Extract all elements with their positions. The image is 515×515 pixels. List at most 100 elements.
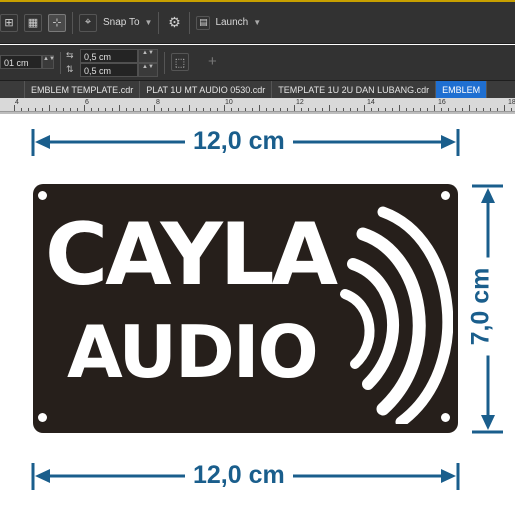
ruler-tick	[168, 108, 169, 111]
ruler-tick	[56, 108, 57, 111]
ruler-tick	[364, 105, 365, 111]
partial-size-field[interactable]: 01 cm	[0, 55, 42, 69]
mounting-hole	[38, 413, 47, 422]
ruler-tick	[133, 108, 134, 111]
ruler-tick	[350, 108, 351, 111]
toolbar-divider	[164, 52, 165, 74]
ruler-tick	[322, 108, 323, 111]
ruler-tick	[119, 105, 120, 111]
horizontal-ruler[interactable]: 4 6 8 10 12 14 16 18	[0, 98, 515, 112]
ruler-tick	[28, 108, 29, 111]
table-icon[interactable]: ▦	[24, 13, 42, 32]
ruler-tick	[35, 108, 36, 111]
ruler-tick	[378, 108, 379, 111]
top-dimension-label[interactable]: 12,0 cm	[185, 129, 293, 154]
ruler-tick	[280, 108, 281, 111]
ruler-tick	[392, 108, 393, 111]
ruler-label: 8	[156, 99, 160, 106]
drawing-canvas[interactable]: 12,0 cm 12,0 cm 7,0 cm CAYLA AUDIO	[0, 114, 515, 515]
ruler-tick	[301, 108, 302, 111]
ruler-tick	[63, 108, 64, 111]
snap-to-label: Snap To	[103, 17, 140, 28]
ruler-tick	[294, 105, 295, 111]
side-dimension-label[interactable]: 7,0 cm	[467, 257, 495, 356]
nudge-y-field[interactable]: 0,5 cm	[80, 63, 138, 77]
ruler-tick	[469, 105, 470, 111]
ruler-label: 14	[367, 99, 375, 106]
ruler-tick	[231, 108, 232, 111]
chevron-down-icon: ▼	[253, 18, 262, 27]
ruler-tick	[448, 108, 449, 111]
ruler-tick	[511, 108, 512, 111]
launch-button[interactable]: ▤ Launch ▼	[196, 15, 262, 30]
tab-template-1u-2u[interactable]: TEMPLATE 1U 2U DAN LUBANG.cdr	[272, 81, 437, 98]
snap-to-button[interactable]: Snap To ▼	[103, 17, 152, 28]
ruler-tick	[210, 108, 211, 111]
ruler-tick	[420, 108, 421, 111]
tab-emblem-template[interactable]: EMBLEM TEMPLATE.cdr	[25, 81, 141, 98]
ruler-tick	[273, 108, 274, 111]
chevron-down-icon: ▼	[144, 18, 153, 27]
nudge-x-spinner[interactable]: ▲▼	[138, 49, 158, 63]
ruler-tick	[462, 108, 463, 111]
tab-emblem-active[interactable]: EMBLEM	[436, 81, 488, 98]
ruler-tick	[455, 108, 456, 111]
tab-plat-1u-mt-audio[interactable]: PLAT 1U MT AUDIO 0530.cdr	[140, 81, 273, 98]
nudge-x-icon: ⇆	[66, 50, 74, 60]
ruler-tick	[217, 108, 218, 111]
ruler-tick	[287, 108, 288, 111]
toolbar-divider	[60, 52, 61, 74]
grid-icon[interactable]: ⊞	[0, 13, 18, 32]
ruler-tick	[476, 108, 477, 111]
ruler-tick	[413, 108, 414, 111]
toolbar-divider	[72, 11, 73, 34]
ruler-tick	[161, 108, 162, 111]
ruler-tick	[112, 108, 113, 111]
nudge-y-spinner[interactable]: ▲▼	[138, 63, 158, 77]
ruler-tick	[77, 108, 78, 111]
emblem-plate[interactable]: CAYLA AUDIO	[33, 184, 458, 433]
ruler-tick	[308, 108, 309, 111]
ruler-tick	[49, 105, 50, 111]
arrow-down-icon	[481, 415, 495, 430]
ruler-tick	[21, 108, 22, 111]
size-spinner[interactable]: ▲▼	[42, 55, 55, 69]
ruler-tick	[427, 108, 428, 111]
ruler-tick	[154, 105, 155, 111]
arrow-right-icon	[441, 469, 456, 483]
ruler-tick	[259, 105, 260, 111]
ruler-tick	[252, 108, 253, 111]
ruler-tick	[371, 108, 372, 111]
guidelines-icon[interactable]: ⊹	[48, 13, 66, 32]
ruler-tick	[399, 105, 400, 111]
snap-to-icon[interactable]: ⌖	[79, 13, 97, 32]
bottom-dimension-label[interactable]: 12,0 cm	[185, 463, 293, 488]
ruler-tick	[343, 108, 344, 111]
ruler-tick	[504, 105, 505, 111]
ruler-tick	[336, 108, 337, 111]
arrow-left-icon	[35, 135, 50, 149]
nudge-x-field[interactable]: 0,5 cm	[80, 49, 138, 63]
arrow-right-icon	[441, 135, 456, 149]
frame-select-icon[interactable]: ⬚	[171, 53, 189, 71]
ruler-tick	[105, 108, 106, 111]
toolbar-divider	[189, 11, 191, 34]
standard-toolbar: ⊞ ▦ ⊹ ⌖ Snap To ▼ ⚙ ▤ Launch ▼	[0, 2, 515, 44]
ruler-label: 4	[15, 99, 19, 106]
ruler-tick	[483, 108, 484, 111]
ruler-tick	[42, 108, 43, 111]
add-preset-icon[interactable]: +	[208, 53, 217, 70]
ruler-tick	[329, 105, 330, 111]
ruler-label: 6	[85, 99, 89, 106]
ruler-tick	[70, 108, 71, 111]
launch-icon: ▤	[196, 15, 211, 30]
gear-icon[interactable]: ⚙	[165, 14, 183, 32]
ruler-tick	[189, 105, 190, 111]
arrow-up-icon	[481, 188, 495, 203]
ruler-tick	[203, 108, 204, 111]
ruler-tick	[357, 108, 358, 111]
ruler-tick	[238, 108, 239, 111]
ruler-label: 16	[438, 99, 446, 106]
brand-line-cayla: CAYLA	[45, 205, 338, 305]
ruler-tick	[315, 108, 316, 111]
